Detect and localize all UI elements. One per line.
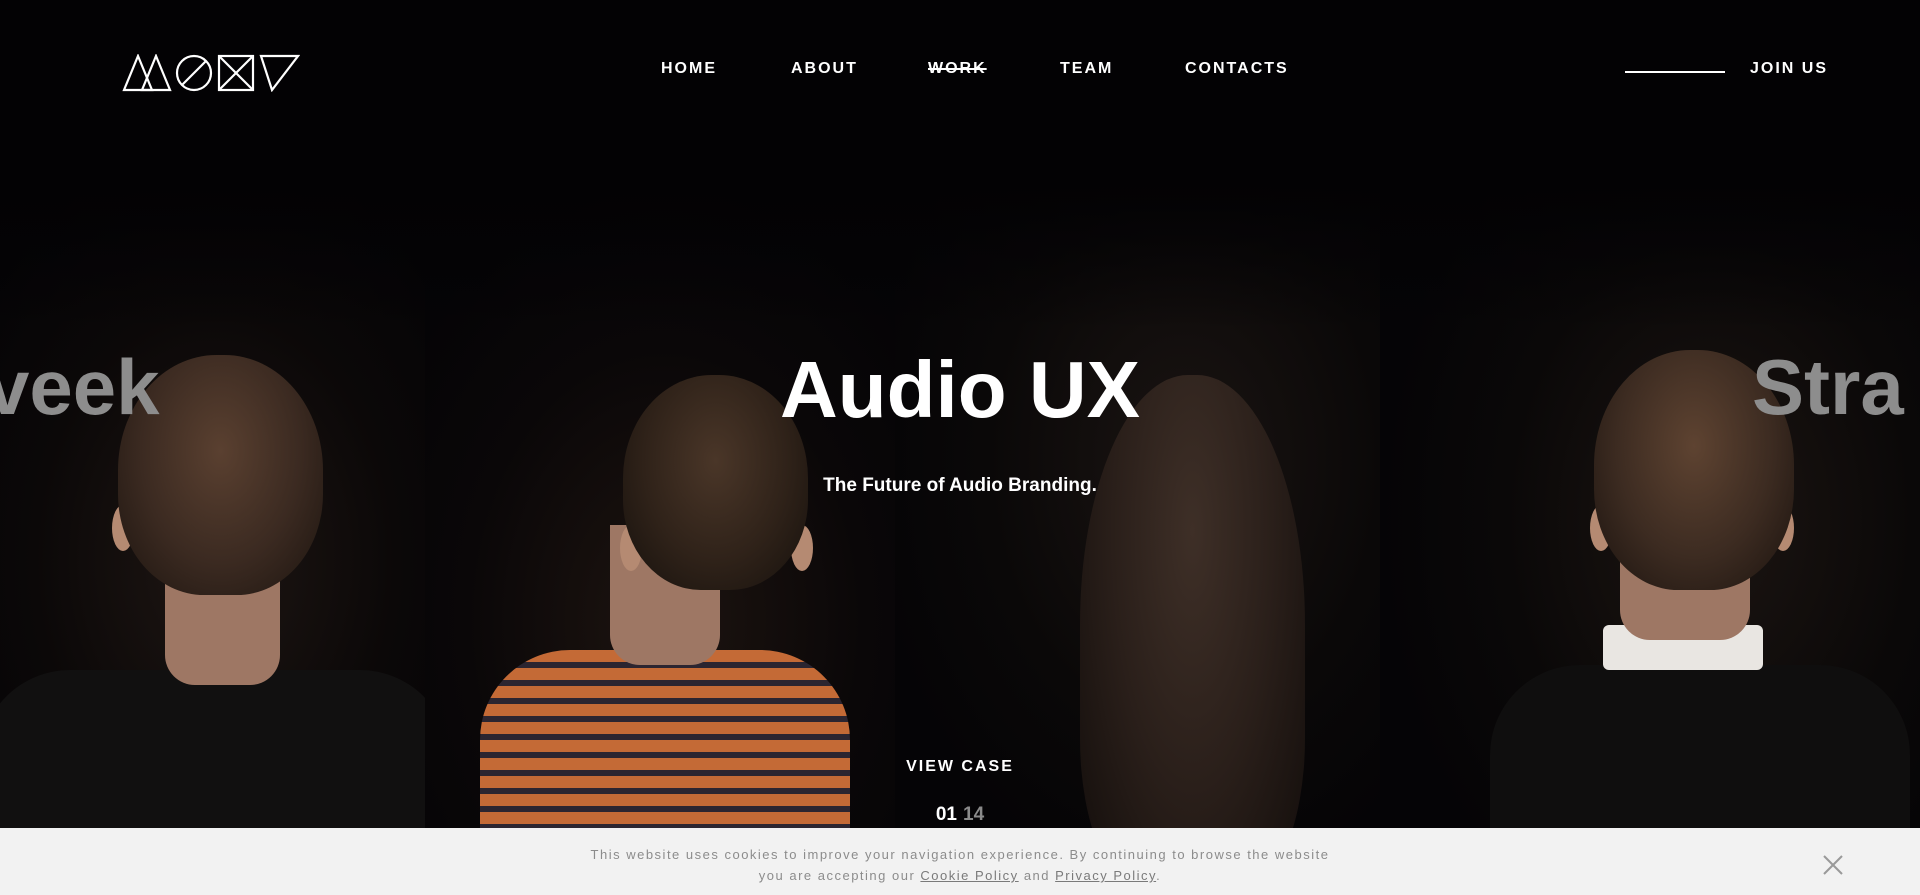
cookie-end-text: . (1156, 868, 1162, 883)
nav-team[interactable]: TEAM (1060, 60, 1113, 78)
slide-counter-current: 01 (935, 804, 957, 825)
slide-counter-total: 14 (963, 804, 985, 825)
cookie-message: This website uses cookies to improve you… (0, 844, 1920, 886)
nav-contacts[interactable]: CONTACTS (1185, 60, 1289, 78)
nav-work[interactable]: WORK (928, 60, 987, 78)
nav-about[interactable]: ABOUT (791, 60, 858, 78)
close-icon (1823, 855, 1843, 875)
header-gradient (0, 0, 1920, 330)
slide-title: Audio UX (780, 345, 1140, 434)
cookie-and-text: and (1023, 868, 1051, 883)
join-us-line (1625, 71, 1725, 73)
slide-counter: 01 14 (0, 804, 1920, 826)
slide-subtitle: The Future of Audio Branding. (823, 475, 1097, 496)
privacy-policy-link[interactable]: Privacy Policy (1055, 868, 1156, 883)
view-case-button[interactable]: VIEW CASE (0, 758, 1920, 776)
view-case-label[interactable]: VIEW CASE (906, 758, 1014, 775)
nav-home[interactable]: HOME (661, 60, 717, 78)
cookie-banner: This website uses cookies to improve you… (0, 828, 1920, 895)
cookie-text-line1: This website uses cookies to improve you… (590, 847, 1330, 862)
cookie-policy-link[interactable]: Cookie Policy (920, 868, 1018, 883)
cookie-text-line2: you are accepting our (758, 868, 916, 883)
cookie-close-button[interactable] (1818, 850, 1848, 880)
join-us-link[interactable]: JOIN US (1750, 60, 1828, 78)
